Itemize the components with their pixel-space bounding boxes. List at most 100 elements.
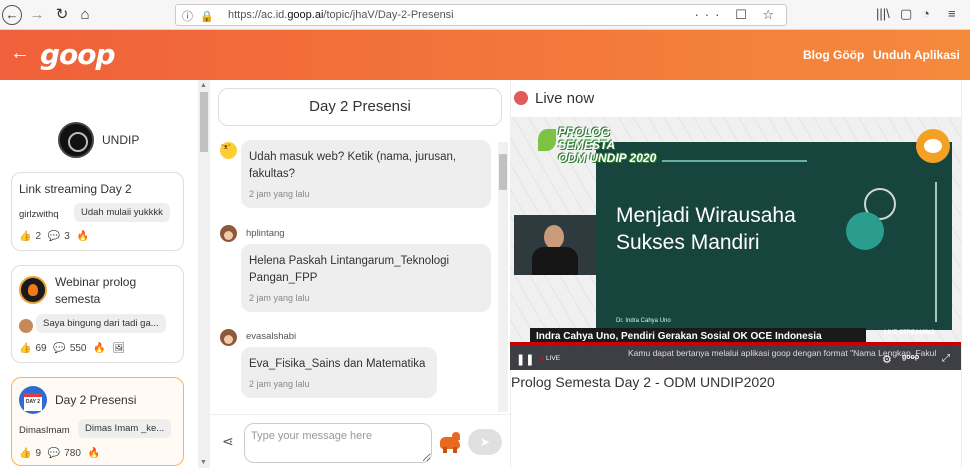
calendar-icon (19, 386, 47, 414)
slide-line (935, 182, 937, 322)
message-time: 2 jam yang lalu (249, 379, 310, 389)
url-text[interactable]: https://ac.id.goop.ai/topic/jhaV/Day-2-P… (228, 9, 454, 21)
video-title: Prolog Semesta Day 2 - ODM UNDIP2020 (511, 374, 775, 390)
message-composer: ⋖ ➤ (210, 414, 510, 468)
app-header: ← goop Blog Gööp Unduh Aplikasi (0, 30, 970, 80)
image-icon: 🖼 (112, 343, 126, 354)
chat-scrollbar[interactable] (498, 142, 508, 412)
scroll-up-icon[interactable]: ▲ (200, 82, 207, 89)
message-input[interactable] (244, 423, 432, 463)
chat-message: Eva_Fisika_Sains dan Matematika 2 jam ya… (241, 347, 437, 398)
download-app-link[interactable]: Unduh Aplikasi (873, 48, 960, 62)
comment-icon: 💬 (53, 343, 66, 354)
slide-title-line: Sukses Mandiri (616, 231, 760, 254)
slide-presenter: Dr. Indra Cahya Uno (616, 318, 671, 324)
share-icon[interactable]: ⋖ (222, 433, 234, 450)
speaker-head (544, 225, 564, 249)
user-avatar (19, 319, 33, 333)
like-icon: 👍 (19, 231, 32, 242)
slide-circle (846, 212, 884, 250)
undip-corner-logo (916, 129, 950, 163)
lower-third-text: Indra Cahya Uno, Pendiri Gerakan Sosial … (536, 331, 822, 342)
watermark-logo[interactable]: goop (902, 354, 919, 361)
library-icon[interactable]: |||\ (876, 6, 890, 21)
extension-icon[interactable]: ◔ (922, 6, 930, 21)
topic-title: Webinar prolog semesta (55, 275, 137, 306)
pause-icon[interactable]: ❚❚ (516, 353, 534, 366)
live-video-player[interactable]: Menjadi Wirausaha Sukses Mandiri Dr. Ind… (510, 117, 961, 370)
scrollbar-thumb[interactable] (499, 154, 507, 190)
live-streaming-badge: LIVE STREAMING (884, 330, 936, 336)
site-info-icon[interactable]: ⓘ 🔒 (182, 8, 216, 24)
scroll-down-icon[interactable]: ▼ (200, 459, 207, 466)
topic-stats: 👍 2 💬 3 🔥 (19, 231, 93, 242)
live-tag[interactable]: LIVE (540, 355, 560, 362)
message-username: evasalshabi (246, 331, 297, 342)
address-bar[interactable]: ⓘ 🔒 https://ac.id.goop.ai/topic/jhaV/Day… (175, 4, 787, 26)
message-time: 2 jam yang lalu (249, 293, 310, 303)
slide-title: Menjadi Wirausaha Sukses Mandiri (616, 202, 796, 256)
topic-title: Day 2 Presensi (55, 393, 137, 407)
sidebar-toggle-icon[interactable]: ▢ (900, 6, 912, 22)
topic-stats: 👍 69 💬 550 🔥 🖼 (19, 343, 129, 354)
sidebar-scrollbar[interactable]: ▲ ▼ (198, 80, 210, 468)
topic-sidebar: UNDIP Link streaming Day 2 girlzwithq Ud… (0, 80, 198, 468)
prolog-semesta-logo: PROLOG SEMESTA ODM UNDIP 2020 (534, 123, 662, 165)
fire-icon: 🔥 (87, 448, 101, 459)
settings-gear-icon[interactable]: ⚙ (882, 353, 892, 366)
undip-logo (58, 122, 94, 158)
like-icon: 👍 (19, 448, 32, 459)
user-avatar (220, 142, 237, 159)
live-indicator-icon (514, 91, 528, 105)
message-text: Eva_Fisika_Sains dan Matematika (249, 358, 426, 370)
user-avatar (220, 329, 237, 346)
topic-last-message: Dimas Imam _ke... (78, 419, 172, 438)
reload-icon[interactable]: ↻ (52, 5, 72, 25)
slide-rule (662, 160, 807, 162)
fullscreen-icon[interactable]: ⤢ (942, 353, 950, 364)
goop-mascot-icon[interactable] (438, 431, 462, 453)
lock-icon: 🔒 (200, 11, 216, 23)
chat-title: Day 2 Presensi (218, 88, 502, 126)
message-text: Helena Paskah Lintangarum_Teknologi Pang… (249, 255, 450, 284)
topic-card-day2-presensi[interactable]: Day 2 Presensi DimasImam Dimas Imam _ke.… (11, 377, 184, 466)
topic-last-message: Udah mulaii yukkkk (74, 203, 170, 222)
scrollbar-thumb[interactable] (200, 92, 208, 152)
presentation-slide: Menjadi Wirausaha Sukses Mandiri Dr. Ind… (596, 142, 952, 330)
page-scrollbar[interactable] (961, 80, 970, 468)
home-icon[interactable]: ⌂ (75, 5, 95, 25)
message-time: 2 jam yang lalu (249, 189, 310, 199)
topic-card-link-streaming[interactable]: Link streaming Day 2 girlzwithq Udah mul… (11, 172, 184, 251)
send-button[interactable]: ➤ (468, 429, 502, 455)
prolog-line: ODM UNDIP 2020 (558, 151, 657, 165)
comment-icon: 💬 (47, 448, 61, 459)
comment-count: 550 (69, 343, 87, 354)
message-text: Udah masuk web? Ketik (nama, jurusan, fa… (249, 151, 457, 180)
comment-count: 3 (64, 231, 70, 242)
live-label: Live now (535, 90, 595, 107)
back-arrow-icon[interactable]: ← (2, 5, 22, 25)
chat-message: Helena Paskah Lintangarum_Teknologi Pang… (241, 244, 491, 312)
chat-message: Udah masuk web? Ketik (nama, jurusan, fa… (241, 140, 491, 208)
goop-logo[interactable]: goop (40, 38, 116, 71)
page-actions-icon[interactable]: ··· ☐ ☆ (694, 7, 780, 23)
topic-user: DimasImam (19, 425, 70, 436)
topic-card-webinar[interactable]: Webinar prolog semesta Saya bingung dari… (11, 265, 184, 363)
browser-toolbar: ← → ↻ ⌂ ⓘ 🔒 https://ac.id.goop.ai/topic/… (0, 0, 970, 30)
blog-link[interactable]: Blog Gööp (803, 48, 864, 62)
forward-arrow-icon[interactable]: → (27, 5, 47, 25)
video-controls: ❚❚ LIVE Kamu dapat bertanya melalui apli… (510, 345, 961, 370)
like-count: 9 (35, 448, 42, 459)
slide-title-line: Menjadi Wirausaha (616, 204, 796, 227)
speaker-webcam (514, 215, 596, 275)
org-name: UNDIP (102, 133, 140, 147)
topic-title: Link streaming Day 2 (19, 182, 132, 196)
arrow-left-icon[interactable]: ← (10, 42, 30, 65)
comment-count: 780 (64, 448, 81, 459)
menu-icon[interactable]: ≡ (948, 6, 956, 21)
like-icon: 👍 (19, 343, 32, 354)
fire-icon: 🔥 (93, 343, 106, 354)
webinar-avatar-icon (19, 276, 47, 304)
prolog-line: PROLOG SEMESTA (558, 125, 616, 152)
prolog-logo-text: PROLOG SEMESTA ODM UNDIP 2020 (558, 126, 662, 165)
